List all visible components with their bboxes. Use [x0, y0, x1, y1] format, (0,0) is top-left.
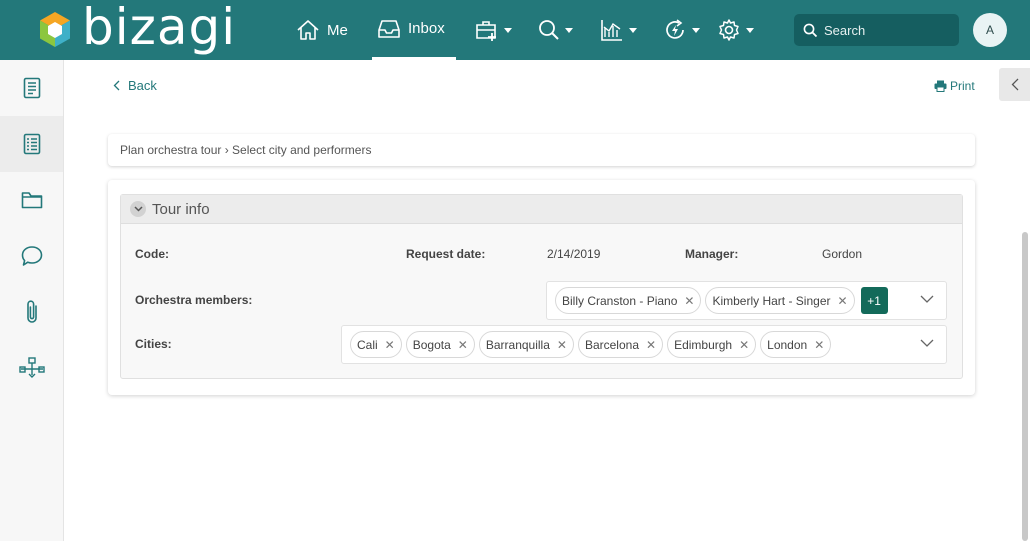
refresh-lightning-icon [666, 19, 684, 39]
nav-inbox-label: Inbox [408, 20, 445, 37]
nav-settings-menu[interactable] [717, 0, 754, 60]
bizagi-logo[interactable]: bizagi [38, 0, 236, 56]
nav-inbox[interactable]: Inbox [372, 0, 456, 60]
nav-me[interactable]: Me [296, 0, 348, 60]
request-date-label: Request date: [406, 247, 486, 261]
vertical-scrollbar[interactable] [1022, 232, 1028, 541]
chevron-down-icon [629, 27, 637, 33]
group-header[interactable]: Tour info [121, 195, 962, 224]
city-chip: London ✕ [760, 331, 832, 358]
nav-search-menu[interactable] [538, 0, 573, 60]
close-icon[interactable]: ✕ [814, 338, 824, 352]
folder-icon [21, 192, 42, 209]
printer-icon [934, 80, 947, 92]
back-label: Back [128, 78, 157, 93]
close-icon[interactable]: ✕ [458, 338, 468, 352]
chip-label: Cali [357, 337, 378, 352]
chip-label: Barcelona [584, 337, 639, 352]
workflow-icon [18, 357, 45, 378]
chevron-down-icon[interactable] [920, 295, 934, 303]
manager-label: Manager: [685, 247, 739, 261]
request-date-value: 2/14/2019 [547, 247, 601, 261]
sidebar-item-attachments[interactable] [0, 284, 63, 340]
sidebar-item-activity-form[interactable] [0, 116, 63, 172]
chip-label: Billy Cranston - Piano [562, 293, 678, 308]
search-box[interactable] [794, 14, 959, 46]
nav-activity-menu[interactable] [663, 0, 700, 60]
close-icon[interactable]: ✕ [385, 338, 395, 352]
search-input[interactable] [824, 22, 954, 38]
sidebar-item-workflow[interactable] [0, 340, 63, 396]
back-link[interactable]: Back [113, 78, 157, 93]
bizagi-logo-icon [40, 12, 70, 47]
search-icon [803, 23, 818, 37]
chip-label: London [767, 337, 808, 352]
sidebar-item-documents[interactable] [0, 172, 63, 228]
chevron-down-icon [565, 27, 573, 33]
cities-label: Cities: [135, 337, 172, 351]
brand-name: bizagi [82, 0, 237, 56]
nav-new-case-menu[interactable] [475, 0, 512, 60]
chevron-down-icon [133, 206, 143, 212]
nav-me-label: Me [327, 21, 348, 39]
gear-icon [719, 19, 739, 41]
chevron-down-icon [692, 27, 700, 33]
close-icon[interactable]: ✕ [837, 294, 847, 308]
orchestra-members-select[interactable]: Billy Cranston - Piano ✕ Kimberly Hart -… [546, 281, 947, 320]
orchestra-members-label: Orchestra members: [135, 293, 253, 307]
chip-label: Bogota [412, 337, 451, 352]
chat-bubble-icon [21, 246, 42, 266]
chevron-left-icon [113, 80, 120, 91]
close-icon[interactable]: ✕ [557, 338, 567, 352]
search-icon [539, 20, 559, 40]
city-chip: Edimburgh ✕ [667, 331, 757, 358]
tour-info-group: Tour info Code: Request date: 2/14/2019 … [120, 194, 963, 379]
chevron-down-icon [504, 27, 512, 33]
paperclip-icon [26, 300, 37, 323]
member-chip: Billy Cranston - Piano ✕ [555, 287, 702, 314]
member-chip: Kimberly Hart - Singer ✕ [705, 287, 855, 314]
inbox-icon [378, 19, 400, 38]
chevron-down-icon[interactable] [920, 339, 934, 347]
print-button[interactable]: Print [934, 79, 975, 93]
sidebar-item-case-summary[interactable] [0, 60, 63, 116]
print-label: Print [950, 79, 975, 93]
code-label: Code: [135, 247, 169, 261]
collapse-panel-button[interactable] [999, 68, 1030, 101]
chip-label: Kimberly Hart - Singer [712, 293, 831, 308]
top-bar: bizagi Me Inbox A [0, 0, 1030, 60]
form-icon [23, 133, 40, 155]
analytics-icon [601, 20, 622, 41]
new-case-icon [476, 21, 496, 41]
city-chip: Barcelona ✕ [577, 331, 664, 358]
chevron-down-icon [746, 27, 754, 33]
document-icon [23, 77, 40, 99]
breadcrumb-text: Plan orchestra tour › Select city and pe… [120, 143, 372, 157]
home-icon [297, 20, 319, 40]
chip-label: Barranquilla [485, 337, 550, 352]
breadcrumb: Plan orchestra tour › Select city and pe… [108, 134, 975, 166]
group-title: Tour info [152, 200, 210, 218]
manager-value: Gordon [822, 247, 863, 261]
city-chip: Cali ✕ [350, 331, 402, 358]
form-card: Tour info Code: Request date: 2/14/2019 … [108, 180, 975, 395]
user-avatar[interactable]: A [973, 13, 1007, 47]
close-icon[interactable]: ✕ [684, 294, 694, 308]
group-toggle[interactable] [130, 201, 146, 217]
chip-label: Edimburgh [674, 337, 733, 352]
sidebar-item-comments[interactable] [0, 228, 63, 284]
chevron-left-icon [1011, 78, 1018, 91]
city-chip: Barranquilla ✕ [478, 331, 574, 358]
nav-analytics-menu[interactable] [600, 0, 637, 60]
left-sidebar [0, 60, 64, 541]
close-icon[interactable]: ✕ [739, 338, 749, 352]
city-chip: Bogota ✕ [405, 331, 475, 358]
more-members-badge[interactable]: +1 [860, 287, 888, 314]
close-icon[interactable]: ✕ [646, 338, 656, 352]
cities-select[interactable]: Cali ✕ Bogota ✕ Barranquilla ✕ Barcelona ✕ E… [341, 325, 947, 364]
